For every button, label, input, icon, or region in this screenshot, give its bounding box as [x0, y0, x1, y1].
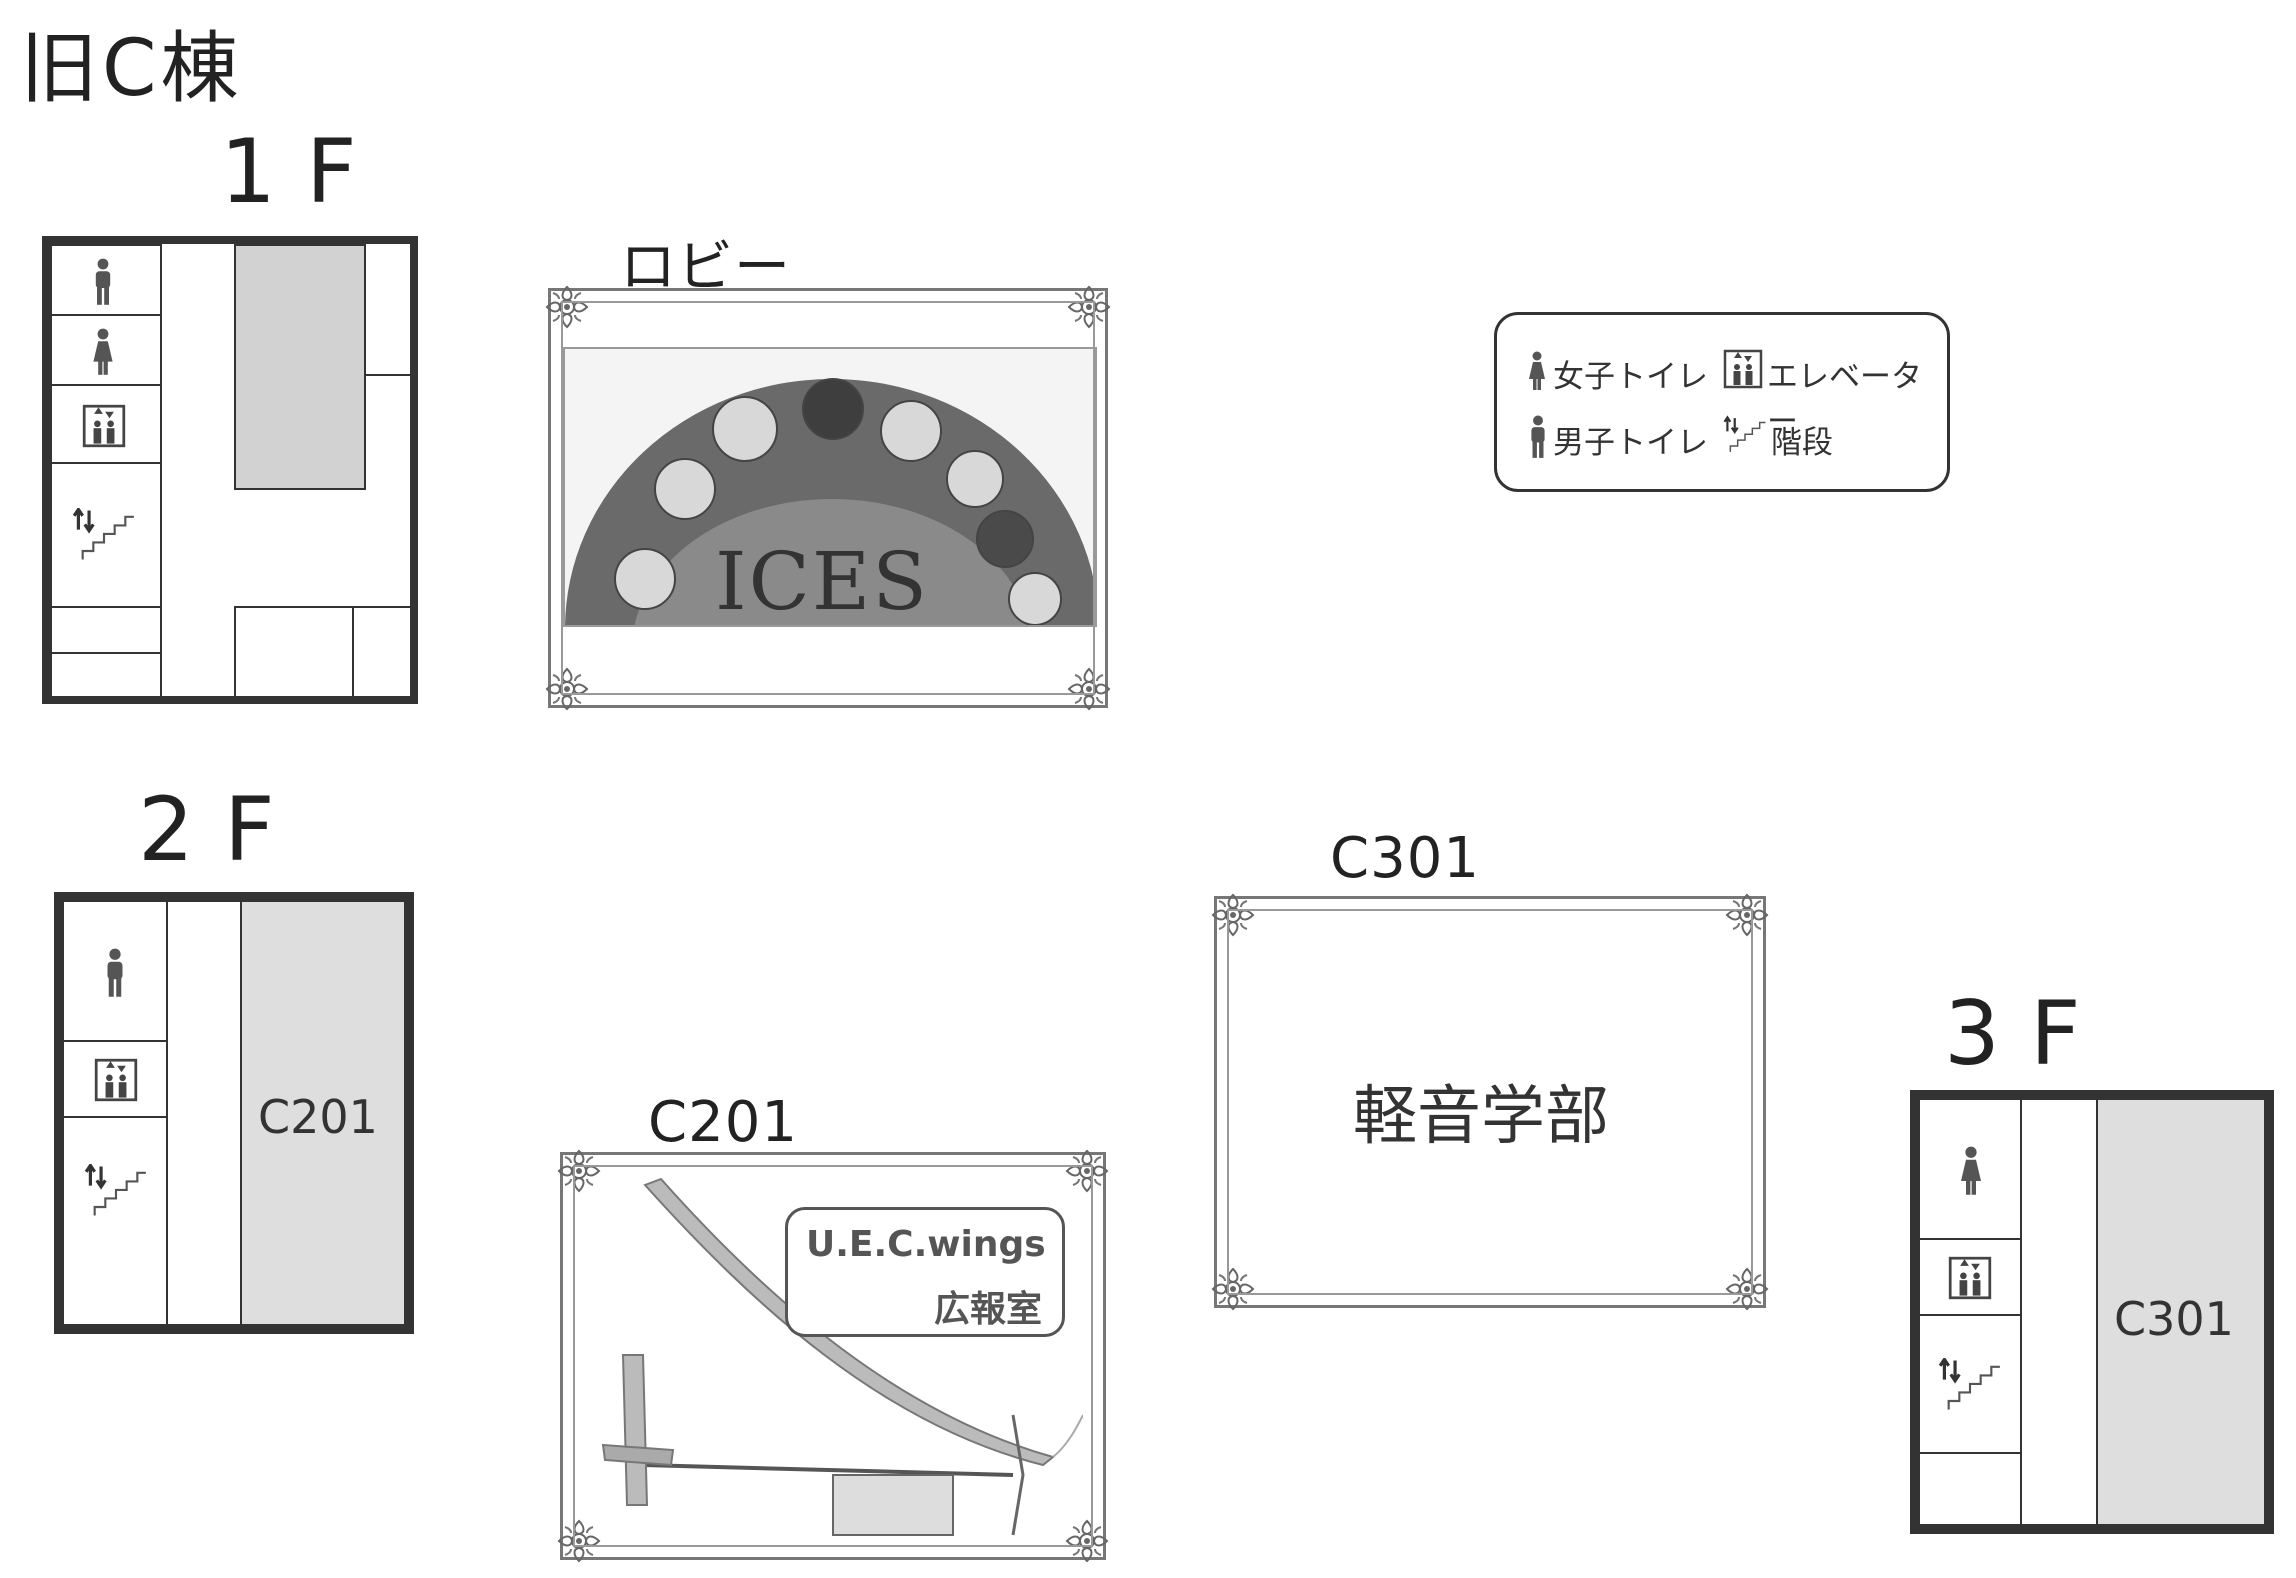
elevator-icon	[82, 404, 126, 448]
f3-stairs	[1918, 1314, 2022, 1454]
f2-elevator	[62, 1040, 168, 1118]
woman-icon	[90, 328, 116, 376]
ices-banner: ICES	[563, 347, 1097, 627]
legend-stairs: 階段	[1771, 425, 1833, 461]
f1-room-b	[352, 606, 418, 704]
c201-frame: U.E.C.wings 広報室	[560, 1152, 1106, 1560]
man-icon	[1527, 415, 1549, 459]
floor-1-plan	[42, 236, 418, 704]
ornament-icon	[1063, 1147, 1111, 1195]
man-icon	[102, 948, 128, 998]
stairs-icon	[72, 508, 136, 562]
f2-mens-toilet	[62, 900, 168, 1042]
legend-womens-toilet: 女子トイレ	[1553, 359, 1708, 395]
ornament-icon	[1723, 891, 1771, 939]
f1-cell-a	[50, 606, 162, 654]
ornament-icon	[555, 1517, 603, 1565]
elevator-icon	[94, 1058, 138, 1102]
ornament-icon	[555, 1147, 603, 1195]
legend-box: 女子トイレ エレベーター 男子トイレ 階段	[1494, 312, 1950, 492]
ices-banner-art	[565, 378, 1095, 625]
org-box: U.E.C.wings 広報室	[785, 1207, 1065, 1337]
f3-room-c301-label: C301	[2114, 1292, 2234, 1346]
f1-room-a	[234, 606, 354, 704]
c301-label: C301	[1330, 826, 1480, 891]
ornament-icon	[1063, 1517, 1111, 1565]
f3-corridor	[2020, 1098, 2098, 1526]
f2-stairs	[62, 1116, 168, 1326]
ornament-icon	[1065, 283, 1113, 331]
ornament-icon	[1065, 665, 1113, 713]
ornament-icon	[543, 283, 591, 331]
ornament-icon	[1723, 1265, 1771, 1313]
lobby-frame: ICES	[548, 288, 1108, 708]
f3-room-c301: C301	[2096, 1098, 2266, 1526]
floor-2-label: 2F	[138, 778, 305, 881]
floor-3-plan: C301	[1910, 1090, 2274, 1534]
floor-2-plan: C201	[54, 892, 414, 1334]
f1-mens-toilet	[50, 244, 162, 316]
f1-stairs	[50, 462, 162, 608]
f3-womens-toilet	[1918, 1098, 2022, 1240]
c301-content: 軽音学部	[1353, 1080, 1609, 1154]
f1-elevator	[50, 384, 162, 464]
f1-womens-toilet	[50, 314, 162, 386]
f3-cell	[1918, 1452, 2022, 1526]
ices-text: ICES	[715, 535, 930, 627]
ornament-icon	[1209, 891, 1257, 939]
org-room: 広報室	[933, 1289, 1042, 1330]
elevator-icon	[1723, 347, 1763, 391]
f1-wall	[364, 374, 418, 376]
f2-room-c201-label: C201	[258, 1090, 378, 1144]
man-icon	[90, 258, 116, 306]
legend-mens-toilet: 男子トイレ	[1553, 425, 1708, 461]
floor-3-label: 3F	[1944, 982, 2111, 1085]
ornament-icon	[1209, 1265, 1257, 1313]
stairs-icon	[1723, 415, 1767, 455]
woman-icon	[1958, 1146, 1984, 1196]
f2-corridor	[166, 900, 242, 1326]
building-title: 旧C棟	[20, 24, 243, 114]
f1-lobby-area	[234, 244, 366, 490]
stairs-icon	[1938, 1358, 2002, 1412]
woman-icon	[1527, 349, 1547, 393]
stairs-icon	[84, 1164, 148, 1218]
aircraft-illustration	[601, 1177, 1083, 1536]
ornament-icon	[543, 665, 591, 713]
f2-room-c201: C201	[240, 900, 406, 1326]
org-name: U.E.C.wings	[806, 1224, 1046, 1265]
c201-label: C201	[648, 1090, 798, 1155]
elevator-icon	[1948, 1256, 1992, 1300]
c301-frame: 軽音学部	[1214, 896, 1766, 1308]
floor-1-label: 1F	[220, 120, 387, 223]
f3-elevator	[1918, 1238, 2022, 1316]
f1-cell-b	[50, 652, 162, 704]
